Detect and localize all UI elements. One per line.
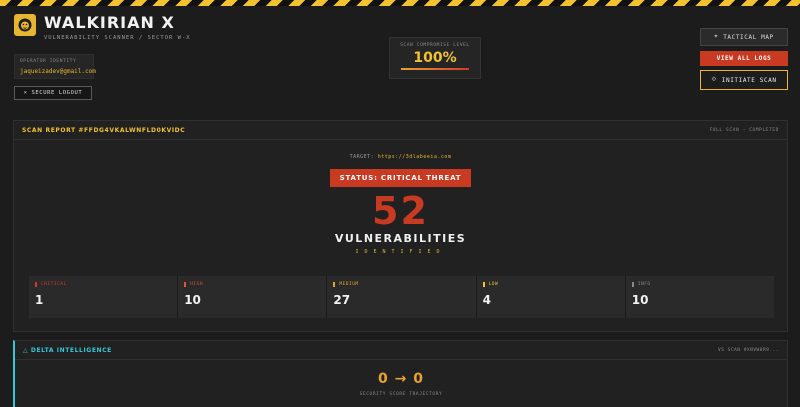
scan-report-panel: SCAN REPORT #FFDG4VKALWNFLD0KVIDC FULL S… (13, 120, 788, 332)
initiate-scan-button[interactable]: ⟐ INITIATE SCAN (700, 70, 788, 90)
operator-email: jaqueizadev@gmail.com (20, 68, 96, 75)
compromise-value: 100% (413, 50, 457, 66)
delta-compare-scan: VS SCAN #XNVW8R9... (718, 347, 779, 353)
radar-icon: ⟐ (711, 76, 717, 83)
vulnerability-count: 52 (372, 189, 429, 233)
vulnerability-count-label: VULNERABILITIES (334, 232, 467, 245)
severity-breakdown: CRITICAL 1 HIGH 10 MEDIUM 27 LOW 4 INFO … (29, 276, 774, 318)
secure-logout-button[interactable]: × SECURE LOGOUT (14, 86, 92, 100)
scan-report-title: SCAN REPORT #FFDG4VKALWNFLD0KVIDC (22, 126, 186, 134)
compromise-progress-bar (401, 68, 469, 70)
operator-identity-card: OPERATOR IDENTITY jaqueizadev@gmail.com (14, 54, 96, 79)
threat-status-badge: STATUS: CRITICAL THREAT (329, 169, 472, 187)
severity-name: LOW (482, 282, 619, 287)
vulnerability-count-sub: IDENTIFIED (355, 249, 446, 255)
severity-count: 10 (184, 293, 201, 307)
severity-count: 27 (333, 293, 351, 307)
tactical-map-button[interactable]: ⌖ TACTICAL MAP (700, 28, 788, 46)
severity-count: 1 (35, 293, 44, 307)
severity-card-info[interactable]: INFO 10 (625, 276, 774, 318)
severity-name: MEDIUM (333, 282, 469, 287)
severity-count: 4 (482, 293, 491, 307)
brand: WALKIRIAN X VULNERABILITY SCANNER / SECT… (14, 14, 191, 41)
lion-logo-icon (14, 14, 36, 36)
severity-card-low[interactable]: LOW 4 (476, 276, 625, 318)
operator-label: OPERATOR IDENTITY (20, 59, 77, 64)
crosshair-icon: ⌖ (714, 33, 719, 40)
severity-card-critical[interactable]: CRITICAL 1 (29, 276, 178, 318)
severity-name: CRITICAL (35, 282, 171, 287)
compromise-progress-fill (401, 68, 469, 70)
delta-intelligence-panel: △ DELTA INTELLIGENCE VS SCAN #XNVW8R9...… (13, 340, 788, 407)
view-all-logs-button[interactable]: VIEW ALL LOGS (700, 51, 788, 66)
scan-report-header: SCAN REPORT #FFDG4VKALWNFLD0KVIDC FULL S… (14, 121, 787, 140)
target-line: TARGET: https://3dlabeeia.com (14, 154, 787, 160)
target-url[interactable]: https://3dlabeeia.com (378, 154, 452, 160)
compromise-label: SCAN COMPROMISE LEVEL (400, 43, 470, 48)
severity-card-medium[interactable]: MEDIUM 27 (327, 276, 476, 318)
target-label: TARGET: (349, 154, 375, 160)
initiate-scan-label: INITIATE SCAN (721, 76, 777, 84)
security-score-caption: SECURITY SCORE TRAJECTORY (359, 392, 443, 397)
hazard-stripe-banner (0, 0, 800, 6)
security-score-delta: 0 → 0 (378, 371, 424, 387)
app-subtitle: VULNERABILITY SCANNER / SECTOR W-X (44, 35, 191, 41)
scan-compromise-card: SCAN COMPROMISE LEVEL 100% (389, 37, 481, 79)
tactical-map-label: TACTICAL MAP (723, 33, 774, 41)
severity-name: HIGH (184, 282, 320, 287)
delta-header: △ DELTA INTELLIGENCE VS SCAN #XNVW8R9... (15, 341, 787, 360)
severity-card-high[interactable]: HIGH 10 (178, 276, 327, 318)
delta-title: △ DELTA INTELLIGENCE (23, 346, 112, 354)
app-title: WALKIRIAN X (44, 13, 175, 32)
severity-count: 10 (631, 293, 649, 307)
severity-name: INFO (631, 282, 768, 287)
scan-mode: FULL SCAN - COMPLETED (709, 127, 779, 133)
